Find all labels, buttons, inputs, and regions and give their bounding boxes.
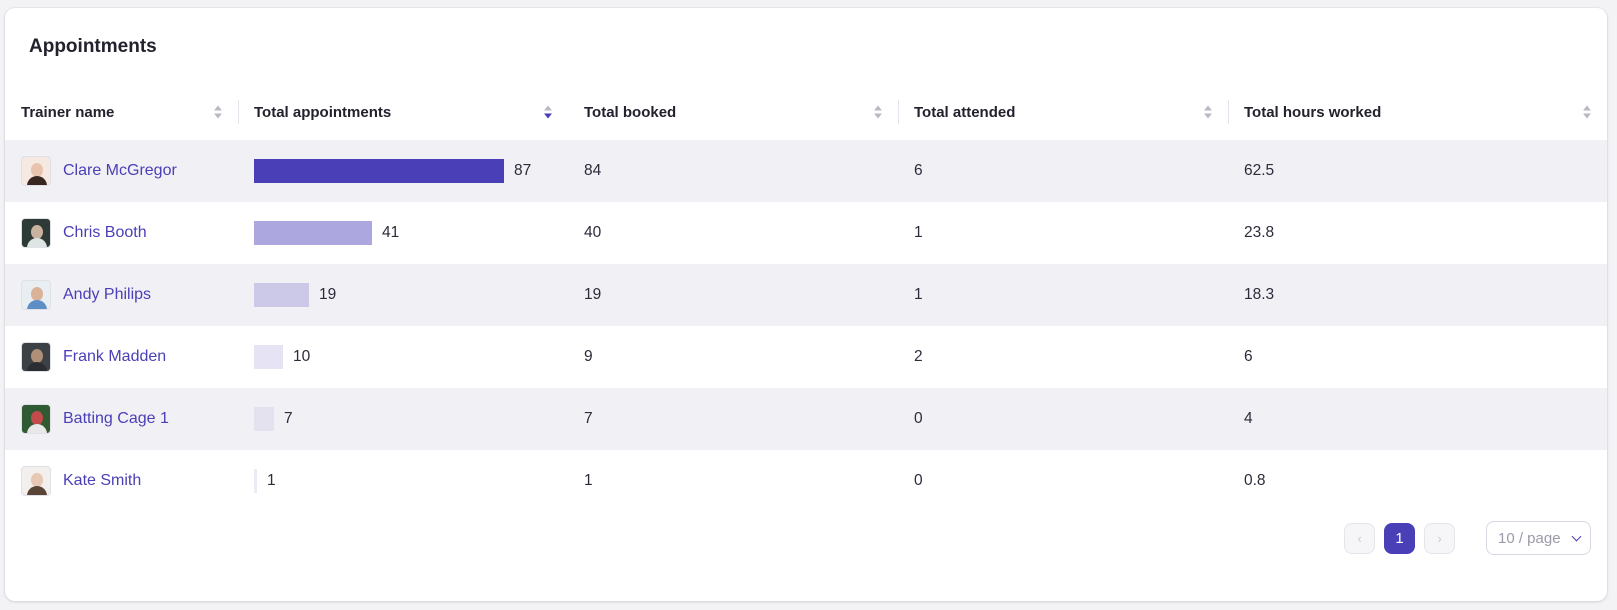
- appointments-bar: [254, 345, 283, 369]
- cell-total-booked: 1: [584, 472, 593, 489]
- sort-icon[interactable]: [214, 105, 222, 119]
- appointments-bar: [254, 159, 504, 183]
- column-header-total-attended[interactable]: Total attended: [898, 84, 1228, 140]
- appointments-value: 10: [293, 348, 311, 365]
- avatar: [21, 466, 51, 496]
- avatar: [21, 280, 51, 310]
- column-header-label: Total attended: [914, 103, 1016, 121]
- sort-descending-icon[interactable]: [544, 105, 552, 119]
- appointments-bar: [254, 407, 274, 431]
- trainer-name-link[interactable]: Kate Smith: [63, 472, 141, 490]
- cell-total-booked: 9: [584, 348, 593, 365]
- column-header-label: Total hours worked: [1244, 103, 1382, 121]
- page-size-select[interactable]: 10 / page: [1486, 521, 1591, 555]
- chevron-right-icon[interactable]: ›: [1424, 522, 1455, 554]
- trainer-name-link[interactable]: Clare McGregor: [63, 162, 177, 180]
- page-size-value: 10 / page: [1498, 529, 1561, 547]
- column-header-label: Total appointments: [254, 103, 392, 121]
- avatar: [21, 342, 51, 372]
- pagination: ‹ 1 › 10 / page: [1344, 521, 1591, 555]
- cell-trainer-name: Chris Booth: [5, 202, 238, 264]
- cell-total-hours-worked: 62.5: [1228, 140, 1607, 202]
- sort-icon[interactable]: [1204, 105, 1212, 119]
- column-header-total-booked[interactable]: Total booked: [568, 84, 898, 140]
- appointments-bar: [254, 221, 372, 245]
- page-1-button[interactable]: 1: [1384, 522, 1415, 554]
- column-header-total-hours-worked[interactable]: Total hours worked: [1228, 84, 1607, 140]
- table-row: Chris Booth 41 40 1 23.8: [5, 202, 1607, 264]
- table-row: Clare McGregor 87 84 6 62.5: [5, 140, 1607, 202]
- cell-total-attended: 1: [914, 224, 923, 241]
- appointments-value: 1: [267, 472, 276, 489]
- cell-trainer-name: Andy Philips: [5, 264, 238, 326]
- cell-total-booked: 7: [568, 388, 898, 450]
- chevron-left-icon[interactable]: ‹: [1344, 522, 1375, 554]
- cell-total-hours-worked: 18.3: [1228, 264, 1607, 326]
- appointments-bar: [254, 283, 309, 307]
- appointments-value: 41: [382, 224, 400, 241]
- avatar: [21, 156, 51, 186]
- cell-total-hours-worked: 6: [1244, 348, 1253, 365]
- table-header-row: Trainer name Total appointments Total bo…: [5, 84, 1607, 140]
- table-row: Frank Madden 10 9 2 6: [5, 326, 1607, 388]
- table-row: Batting Cage 1 7 7 0 4: [5, 388, 1607, 450]
- cell-trainer-name: Clare McGregor: [5, 140, 238, 202]
- chevron-down-icon: [1571, 531, 1582, 541]
- cell-trainer-name: Kate Smith: [5, 450, 238, 512]
- appointments-table: Trainer name Total appointments Total bo…: [5, 84, 1607, 512]
- appointments-value: 87: [514, 162, 532, 179]
- cell-total-appointments: 19: [238, 264, 568, 326]
- cell-total-attended: 1: [898, 264, 1228, 326]
- table-row: Andy Philips 19 19 1 18.3: [5, 264, 1607, 326]
- cell-total-appointments: 87: [238, 140, 568, 202]
- cell-total-attended: 2: [914, 348, 923, 365]
- avatar: [21, 218, 51, 248]
- cell-total-attended: 6: [898, 140, 1228, 202]
- cell-total-booked: 19: [568, 264, 898, 326]
- cell-trainer-name: Batting Cage 1: [5, 388, 238, 450]
- cell-total-attended: 0: [914, 472, 923, 489]
- cell-total-hours-worked: 23.8: [1244, 224, 1275, 241]
- column-header-trainer-name[interactable]: Trainer name: [5, 84, 238, 140]
- cell-total-attended: 0: [898, 388, 1228, 450]
- appointments-value: 19: [319, 286, 337, 303]
- column-header-label: Trainer name: [21, 103, 115, 121]
- table-row: Kate Smith 1 1 0 0.8: [5, 450, 1607, 512]
- cell-total-booked: 84: [568, 140, 898, 202]
- trainer-name-link[interactable]: Frank Madden: [63, 348, 166, 366]
- card-title: Appointments: [29, 36, 157, 57]
- avatar: [21, 404, 51, 434]
- appointments-card: Appointments Trainer name Total appointm…: [5, 8, 1607, 601]
- cell-total-appointments: 41: [238, 202, 568, 264]
- cell-total-hours-worked: 4: [1228, 388, 1607, 450]
- appointments-bar: [254, 469, 257, 493]
- sort-icon[interactable]: [1583, 105, 1591, 119]
- cell-trainer-name: Frank Madden: [5, 326, 238, 388]
- table-body: Clare McGregor 87 84 6 62.5 Chris Booth: [5, 140, 1607, 512]
- cell-total-appointments: 1: [238, 450, 568, 512]
- cell-total-hours-worked: 0.8: [1244, 472, 1266, 489]
- trainer-name-link[interactable]: Andy Philips: [63, 286, 151, 304]
- trainer-name-link[interactable]: Batting Cage 1: [63, 410, 169, 428]
- cell-total-booked: 40: [584, 224, 602, 241]
- sort-icon[interactable]: [874, 105, 882, 119]
- appointments-value: 7: [284, 410, 293, 427]
- trainer-name-link[interactable]: Chris Booth: [63, 224, 147, 242]
- cell-total-appointments: 7: [238, 388, 568, 450]
- cell-total-appointments: 10: [238, 326, 568, 388]
- column-header-label: Total booked: [584, 103, 677, 121]
- column-header-total-appointments[interactable]: Total appointments: [238, 84, 568, 140]
